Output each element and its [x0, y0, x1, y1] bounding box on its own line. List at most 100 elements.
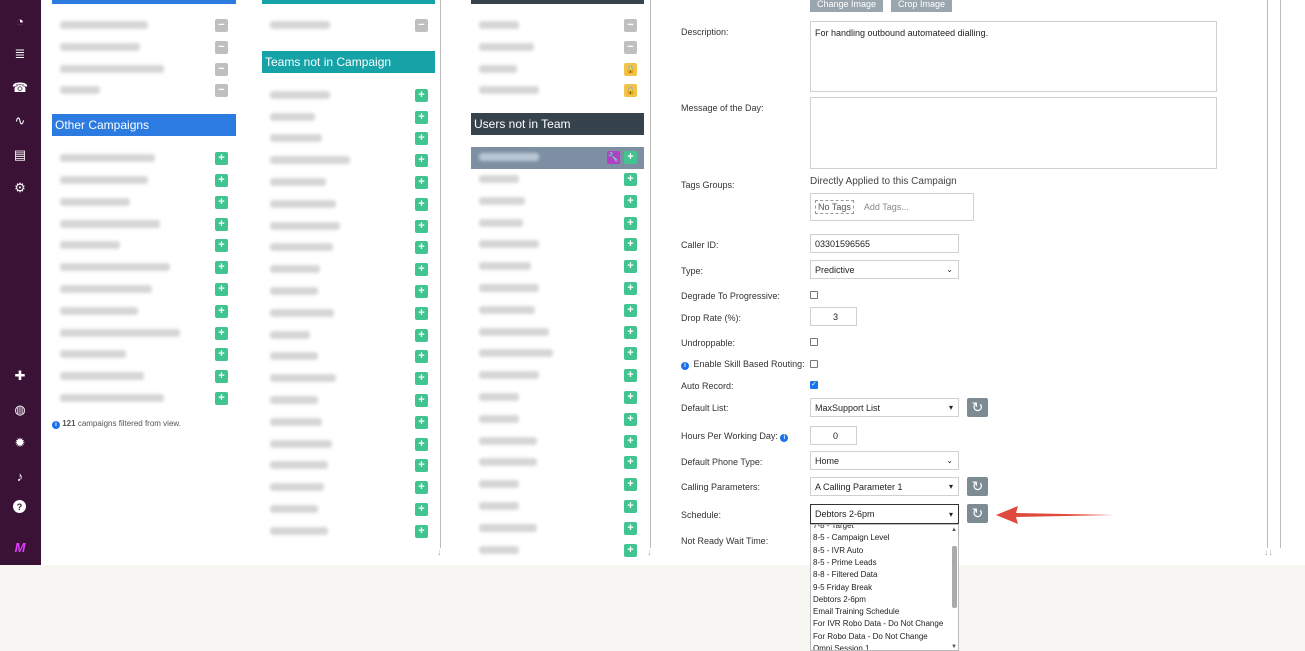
add-icon[interactable]: + — [415, 481, 428, 495]
remove-icon[interactable]: − — [215, 40, 228, 54]
schedule-option[interactable]: For Robo Data - Do Not Change — [813, 632, 928, 641]
refresh-schedule-button[interactable]: ↻ — [967, 504, 988, 523]
crop-image-button[interactable]: Crop Image — [891, 0, 953, 12]
add-icon[interactable]: + — [624, 369, 637, 383]
globe-icon[interactable]: ◍ — [11, 401, 29, 419]
add-icon[interactable]: + — [624, 303, 637, 317]
remove-icon[interactable]: − — [215, 84, 228, 98]
add-icon[interactable]: + — [624, 281, 637, 295]
add-icon[interactable]: + — [415, 88, 428, 102]
users-scroll-down-icon[interactable]: ↓ — [647, 547, 652, 557]
motd-textarea[interactable] — [810, 97, 1217, 169]
auto-record-checkbox[interactable] — [810, 380, 818, 389]
add-icon[interactable]: + — [415, 350, 428, 364]
add-icon[interactable]: + — [624, 478, 637, 492]
add-icon[interactable]: + — [624, 412, 637, 426]
add-icon[interactable]: + — [415, 197, 428, 211]
lock-icon[interactable]: 🔒 — [624, 84, 637, 98]
page-scrollbar[interactable] — [1280, 0, 1281, 548]
add-icon[interactable]: + — [215, 173, 228, 187]
add-icon[interactable]: + — [215, 391, 228, 405]
soundwave-icon[interactable]: ∿ — [11, 112, 29, 130]
add-icon[interactable]: + — [624, 151, 637, 165]
dashboard-icon[interactable]: ◔ — [11, 12, 29, 30]
add-icon[interactable]: + — [624, 238, 637, 252]
add-icon[interactable]: + — [415, 502, 428, 516]
change-image-button[interactable]: Change Image — [810, 0, 884, 12]
scroll-up-icon[interactable]: ▲ — [951, 527, 957, 533]
add-icon[interactable]: + — [624, 434, 637, 448]
schedule-option[interactable]: 9-5 Friday Break — [813, 583, 872, 592]
remove-icon[interactable]: − — [215, 62, 228, 76]
remove-icon[interactable]: − — [415, 19, 428, 32]
schedule-option[interactable]: 7-8 - Target — [813, 525, 854, 530]
database-icon[interactable]: ≣ — [11, 45, 29, 63]
add-icon[interactable]: + — [215, 261, 228, 275]
add-icon[interactable]: + — [415, 263, 428, 277]
form-scrollbar[interactable] — [1267, 0, 1268, 548]
add-icon[interactable]: + — [624, 216, 637, 230]
phone-book-icon[interactable]: ☎ — [11, 79, 29, 97]
add-icon[interactable]: + — [415, 415, 428, 429]
add-icon[interactable]: + — [415, 328, 428, 342]
schedule-option[interactable]: 8-5 - Campaign Level — [813, 533, 889, 542]
add-icon[interactable]: + — [215, 304, 228, 318]
calling-params-select[interactable]: A Calling Parameter 1 ▾ — [810, 477, 959, 496]
skill-routing-checkbox[interactable] — [810, 360, 818, 368]
remove-icon[interactable]: − — [624, 40, 637, 54]
add-icon[interactable]: + — [624, 456, 637, 470]
add-icon[interactable]: + — [624, 390, 637, 404]
hours-input[interactable]: 0 — [810, 426, 857, 445]
add-icon[interactable]: + — [415, 437, 428, 451]
add-icon[interactable]: + — [415, 284, 428, 298]
add-icon[interactable]: + — [624, 347, 637, 361]
add-icon[interactable]: + — [215, 370, 228, 384]
add-icon[interactable]: + — [415, 372, 428, 386]
add-icon[interactable]: + — [624, 194, 637, 208]
undroppable-checkbox[interactable] — [810, 338, 818, 346]
logo-icon[interactable]: M — [11, 538, 29, 556]
wrench-icon[interactable]: 🔧 — [607, 151, 620, 165]
refresh-default-list-button[interactable]: ↻ — [967, 398, 988, 417]
add-icon[interactable]: + — [624, 172, 637, 186]
type-select[interactable]: Predictive ⌄ — [810, 260, 959, 279]
schedule-dropdown-list[interactable]: ▲ ▼ 7-8 - Target 8-5 - Campaign Level 8-5 … — [810, 524, 959, 651]
schedule-select[interactable]: Debtors 2-6pm ▾ — [810, 504, 959, 524]
degrade-checkbox[interactable] — [810, 291, 818, 299]
add-icon[interactable]: + — [624, 521, 637, 535]
add-tags-placeholder[interactable]: Add Tags... — [864, 202, 909, 212]
default-list-select[interactable]: MaxSupport List ▾ — [810, 398, 959, 417]
bell-icon[interactable]: ♪ — [11, 467, 29, 485]
add-icon[interactable]: + — [415, 306, 428, 320]
schedule-option[interactable]: Email Training Schedule — [813, 607, 899, 616]
add-icon[interactable]: + — [624, 260, 637, 274]
schedule-option[interactable]: Omni Session 1 — [813, 644, 869, 650]
add-icon[interactable]: + — [415, 524, 428, 538]
users-scrollbar[interactable] — [650, 0, 651, 548]
add-icon[interactable]: + — [415, 175, 428, 189]
add-icon[interactable]: + — [624, 325, 637, 339]
add-icon[interactable]: + — [215, 348, 228, 362]
add-icon[interactable]: + — [215, 217, 228, 231]
description-textarea[interactable]: For handling outbound automateed diallin… — [810, 21, 1217, 92]
add-icon[interactable]: + — [624, 499, 637, 513]
add-icon[interactable]: + — [415, 219, 428, 233]
add-icon[interactable]: + — [624, 543, 637, 557]
gear-icon[interactable]: ✹ — [11, 434, 29, 452]
remove-icon[interactable]: − — [215, 19, 228, 32]
add-icon[interactable]: + — [215, 152, 228, 166]
add-icon[interactable]: + — [415, 459, 428, 473]
settings-gears-icon[interactable]: ⚙ — [11, 179, 29, 197]
teams-scrollbar[interactable] — [440, 0, 441, 548]
remove-icon[interactable]: − — [624, 19, 637, 32]
teams-scroll-down-icon[interactable]: ↓ — [437, 547, 442, 557]
add-icon[interactable]: + — [415, 154, 428, 168]
form-scroll-down-icon[interactable]: ↓↓ — [1264, 547, 1273, 557]
refresh-calling-params-button[interactable]: ↻ — [967, 477, 988, 496]
help-icon[interactable]: ? — [13, 500, 26, 513]
add-icon[interactable]: + — [215, 326, 228, 340]
add-icon[interactable]: + — [415, 132, 428, 146]
puzzle-icon[interactable]: ✚ — [11, 367, 29, 385]
caller-id-input[interactable]: 03301596565 — [810, 234, 959, 253]
schedule-option[interactable]: 8-5 - IVR Auto — [813, 546, 863, 555]
